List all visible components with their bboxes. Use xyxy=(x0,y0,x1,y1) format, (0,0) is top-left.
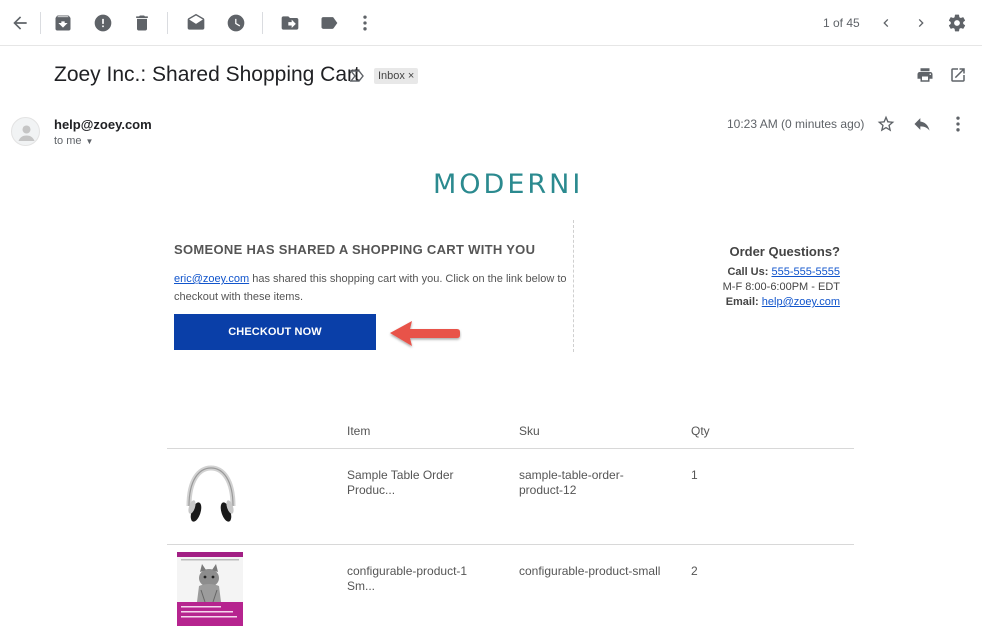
importance-marker-icon[interactable] xyxy=(349,68,365,84)
column-header-sku: Sku xyxy=(519,424,540,438)
call-us-label: Call Us: xyxy=(727,266,769,278)
caret-down-icon: ▼ xyxy=(85,137,94,146)
pager-count: 1 of 45 xyxy=(823,16,860,30)
report-spam-icon[interactable] xyxy=(93,13,113,33)
support-email-link[interactable]: help@zoey.com xyxy=(762,296,840,308)
row-1-sku: sample-table-order-product-12 xyxy=(519,468,624,497)
business-hours: M-F 8:00-6:00PM - EDT xyxy=(722,281,840,293)
order-questions-title: Order Questions? xyxy=(729,244,840,259)
gmail-message-view: 1 of 45 Zoey Inc.: Shared Shopping Cart … xyxy=(0,0,982,626)
row-2-item: configurable-product-1 Sm... xyxy=(347,564,468,593)
remove-label-icon[interactable]: × xyxy=(408,68,414,84)
pointer-arrow-icon xyxy=(390,321,460,346)
email-line: Email: help@zoey.com xyxy=(723,295,840,310)
delete-icon[interactable] xyxy=(132,13,152,33)
mark-unread-icon[interactable] xyxy=(186,13,206,33)
checkout-now-button[interactable]: CHECKOUT NOW xyxy=(174,314,376,350)
table-row-rule xyxy=(167,544,854,545)
email-subject: Zoey Inc.: Shared Shopping Cart xyxy=(54,63,360,86)
row-1-qty: 1 xyxy=(691,468,698,482)
sender-address[interactable]: help@zoey.com xyxy=(54,117,152,132)
sharer-email-link[interactable]: eric@zoey.com xyxy=(174,273,249,285)
toolbar: 1 of 45 xyxy=(0,0,982,46)
snooze-icon[interactable] xyxy=(226,13,246,33)
table-header-rule xyxy=(167,448,854,449)
vertical-divider xyxy=(573,220,574,352)
row-1-item: Sample Table Order Produc... xyxy=(347,468,454,497)
recipient-details-toggle[interactable]: to me ▼ xyxy=(54,135,93,147)
open-in-new-window-icon[interactable] xyxy=(949,66,969,86)
order-questions-panel: Order Questions? Call Us: 555-555-5555 M… xyxy=(723,244,840,310)
column-header-item: Item xyxy=(347,424,371,438)
row-2-qty: 2 xyxy=(691,564,698,578)
share-cart-message: eric@zoey.com has shared this shopping c… xyxy=(174,270,572,306)
book-cover-product-image[interactable] xyxy=(177,552,243,626)
sender-avatar[interactable] xyxy=(11,117,40,146)
brand-logo: MODERNI xyxy=(433,169,584,200)
star-icon[interactable] xyxy=(876,114,896,134)
toolbar-separator xyxy=(167,12,168,34)
email-timestamp: 10:23 AM (0 minutes ago) xyxy=(727,117,865,131)
chevron-left-icon[interactable] xyxy=(876,13,896,33)
label-icon[interactable] xyxy=(319,13,339,33)
more-vert-icon[interactable] xyxy=(355,13,375,33)
print-icon[interactable] xyxy=(916,66,936,86)
row-2-sku: configurable-product-small xyxy=(519,564,661,578)
toolbar-separator xyxy=(262,12,263,34)
chevron-right-icon[interactable] xyxy=(911,13,931,33)
email-label: Email: xyxy=(725,296,759,308)
inbox-label-text: Inbox xyxy=(378,70,405,82)
move-to-icon[interactable] xyxy=(280,13,300,33)
toolbar-separator xyxy=(40,12,41,34)
back-arrow-icon[interactable] xyxy=(10,13,30,33)
settings-gear-icon[interactable] xyxy=(947,13,967,33)
headphones-product-image[interactable] xyxy=(181,462,241,524)
call-us-line: Call Us: 555-555-5555 xyxy=(723,265,840,280)
share-cart-heading: SOMEONE HAS SHARED A SHOPPING CART WITH … xyxy=(174,242,536,257)
recipient-text: to me xyxy=(54,135,82,147)
column-header-qty: Qty xyxy=(691,424,710,438)
archive-icon[interactable] xyxy=(53,13,73,33)
message-more-icon[interactable] xyxy=(948,114,968,134)
inbox-label-chip: Inbox × xyxy=(374,68,419,84)
phone-link[interactable]: 555-555-5555 xyxy=(771,266,840,278)
reply-icon[interactable] xyxy=(912,114,932,134)
